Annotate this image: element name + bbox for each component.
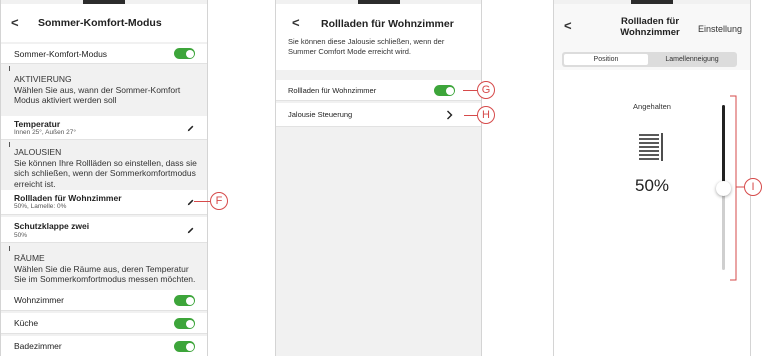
callout-line <box>463 90 477 91</box>
rooms-section: RÄUME Wählen Sie die Räume aus, deren Te… <box>14 253 199 285</box>
back-button[interactable]: < <box>292 15 300 30</box>
header: < Rollladen für Wohnzimmer Sie können di… <box>276 4 481 70</box>
temperature-label: Temperatur <box>14 119 61 129</box>
blinds-heading: JALOUSIEN <box>14 147 62 157</box>
rooms-heading: RÄUME <box>14 253 45 263</box>
divider-tick <box>9 66 10 71</box>
room-item-row: Küche <box>1 313 207 334</box>
position-percent: 50% <box>634 176 670 195</box>
callout-i: I <box>744 178 762 196</box>
room-toggle[interactable] <box>174 318 195 329</box>
activation-section: AKTIVIERUNG Wählen Sie aus, wann der Som… <box>14 74 199 106</box>
activation-description: Wählen Sie aus, wann der Sommer-Komfort … <box>14 84 181 106</box>
status-label: Angehalten <box>633 102 671 111</box>
callout-h: H <box>477 106 495 124</box>
callout-line <box>464 115 477 116</box>
callout-f: F <box>210 192 228 210</box>
callout-g: G <box>477 81 495 99</box>
blind-item-row[interactable]: Schutzklappe zwei 50% <box>1 217 207 243</box>
callout-line <box>194 201 210 202</box>
pencil-icon[interactable] <box>186 198 195 207</box>
blind-toggle-row: Rollladen für Wohnzimmer <box>276 80 481 101</box>
tab-slat-tilt[interactable]: Lamellenneigung <box>649 54 735 65</box>
screen-blind-detail: < Rollladen für Wohnzimmer Sie können di… <box>275 0 482 356</box>
position-panel <box>554 70 750 356</box>
room-item-row: Badezimmer <box>1 336 207 356</box>
blind-item-value: 50%, Lamelle: 0% <box>14 203 67 210</box>
room-item-row: Wohnzimmer <box>1 290 207 311</box>
rooms-description: Wählen Sie die Räume aus, deren Temperat… <box>14 263 196 285</box>
mode-toggle[interactable] <box>174 48 195 59</box>
room-toggle[interactable] <box>174 341 195 352</box>
back-button[interactable]: < <box>564 18 572 33</box>
tab-position[interactable]: Position <box>564 54 648 65</box>
room-item-label: Badezimmer <box>14 341 62 351</box>
page-title-line2: Wohnzimmer <box>620 27 680 38</box>
blind-item-value: 50% <box>14 232 28 239</box>
header: < Sommer-Komfort-Modus <box>1 4 207 42</box>
position-slider-fill <box>722 105 725 188</box>
page-title: Sommer-Komfort-Modus <box>38 17 162 29</box>
temperature-row[interactable]: Temperatur Innen 25°, Außen 27° <box>1 116 207 140</box>
blind-icon <box>639 133 663 161</box>
blind-item-label: Rollladen für Wohnzimmer <box>14 193 122 203</box>
position-slider-thumb[interactable] <box>716 180 731 196</box>
pencil-icon[interactable] <box>186 124 195 133</box>
chevron-right-icon <box>447 110 453 120</box>
blind-item-label: Schutzklappe zwei <box>14 221 90 231</box>
room-item-label: Küche <box>14 318 39 328</box>
header: < Rollladen für Wohnzimmer Einstellung P… <box>554 4 750 70</box>
page-title-line1: Rollladen für <box>620 16 680 27</box>
screen-summer-comfort-mode: < Sommer-Komfort-Modus Sommer-Komfort-Mo… <box>0 0 208 356</box>
blind-control-row[interactable]: Jalousie Steuerung <box>276 103 481 127</box>
tab-bar: Position Lamellenneigung <box>562 52 737 67</box>
room-toggle[interactable] <box>174 295 195 306</box>
page-description: Sie können diese Jalousie schließen, wen… <box>288 37 445 56</box>
screen-blind-position: < Rollladen für Wohnzimmer Einstellung P… <box>553 0 751 356</box>
pencil-icon[interactable] <box>186 226 195 235</box>
room-item-label: Wohnzimmer <box>14 295 64 305</box>
blind-toggle-label: Rollladen für Wohnzimmer <box>288 86 377 95</box>
blind-item-row[interactable]: Rollladen für Wohnzimmer 50%, Lamelle: 0… <box>1 190 207 215</box>
temperature-value: Innen 25°, Außen 27° <box>14 129 76 136</box>
blinds-section: JALOUSIEN Sie können Ihre Rollläden so e… <box>14 147 199 189</box>
blinds-description: Sie können Ihre Rollläden so einstellen,… <box>14 157 197 189</box>
settings-button[interactable]: Einstellung <box>698 24 742 34</box>
callout-bracket <box>730 95 744 281</box>
mode-toggle-label: Sommer-Komfort-Modus <box>14 49 108 59</box>
mode-toggle-row: Sommer-Komfort-Modus <box>1 44 207 64</box>
blind-toggle[interactable] <box>434 85 455 96</box>
page-title: Rollladen für Wohnzimmer <box>611 16 689 38</box>
divider-tick <box>9 246 10 251</box>
activation-heading: AKTIVIERUNG <box>14 74 72 84</box>
divider-tick <box>9 142 10 147</box>
blind-control-label: Jalousie Steuerung <box>288 110 353 119</box>
back-button[interactable]: < <box>11 15 19 30</box>
page-title: Rollladen für Wohnzimmer <box>321 18 454 30</box>
